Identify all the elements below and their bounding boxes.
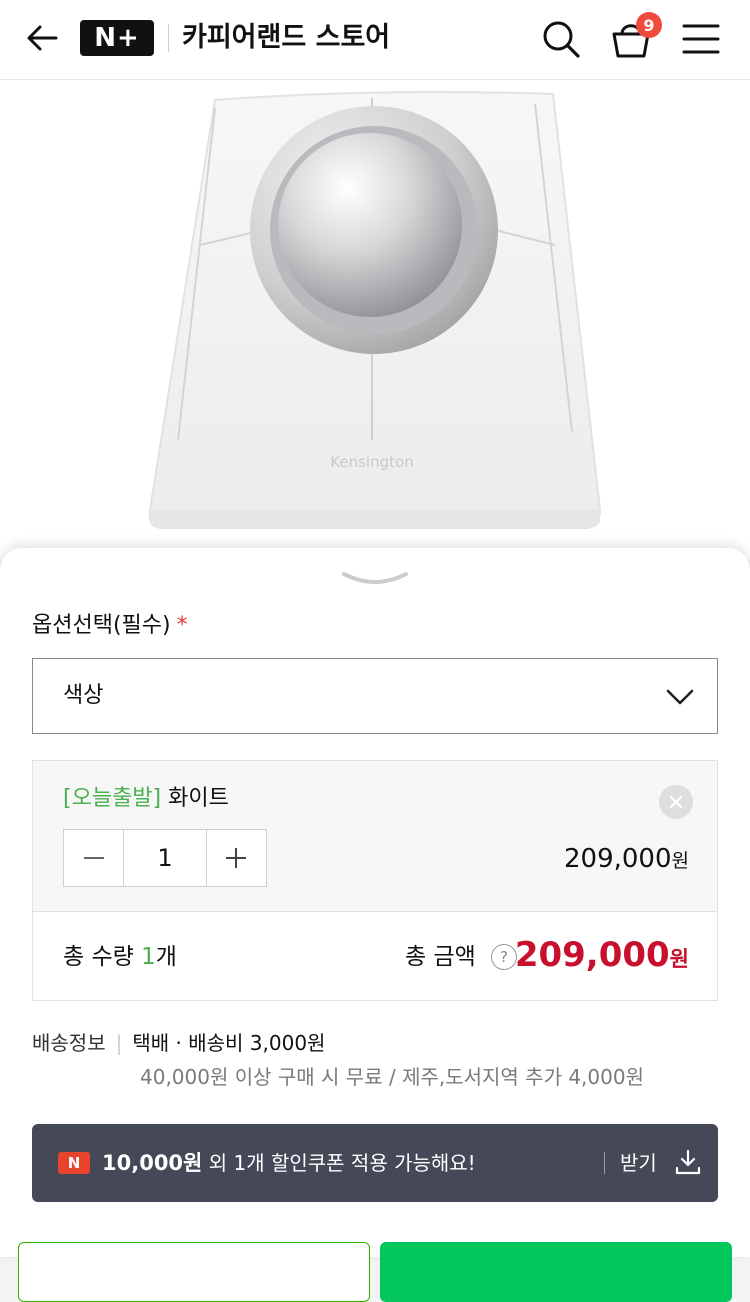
total-amount-unit: 원 xyxy=(669,947,689,971)
hamburger-menu-icon[interactable] xyxy=(682,22,720,56)
cart-count-badge: 9 xyxy=(636,12,662,38)
coupon-receive-button[interactable]: 받기 xyxy=(620,1146,657,1180)
close-icon xyxy=(669,795,683,809)
header-divider xyxy=(168,24,169,52)
plus-icon xyxy=(226,848,247,868)
kensington-logo-text: Kensington xyxy=(330,453,413,471)
purchase-sheet: 옵션선택(필수) * 색상 [오늘출발] 화이트 1 209,000원 총 수량… xyxy=(0,548,750,1302)
top-header: N+ 카피어랜드 스토어 9 xyxy=(0,0,750,80)
naver-n-badge: N xyxy=(58,1152,90,1174)
option-label: 옵션선택(필수) * xyxy=(32,610,188,642)
option-color-name: 화이트 xyxy=(168,786,229,811)
back-arrow-icon[interactable] xyxy=(22,18,62,58)
coupon-description: 외 1개 할인쿠폰 적용 가능해요! xyxy=(202,1151,476,1175)
quantity-value[interactable]: 1 xyxy=(123,830,207,886)
option-price-value: 209,000 xyxy=(563,844,672,874)
shipping-method: 택배 · 배송비 3,000원 xyxy=(132,1031,326,1055)
quantity-stepper: 1 xyxy=(63,829,267,887)
total-summary: 총 수량 1개 총 금액 ? 209,000원 xyxy=(32,911,718,1001)
selected-option-name: [오늘출발] 화이트 xyxy=(63,783,229,815)
option-price: 209,000원 xyxy=(564,841,689,879)
same-day-tag: [오늘출발] xyxy=(63,786,162,811)
coupon-divider xyxy=(604,1152,605,1174)
secondary-action-button[interactable] xyxy=(18,1242,370,1302)
increase-quantity-button[interactable] xyxy=(207,830,266,886)
chevron-down-icon xyxy=(666,689,694,705)
coupon-text: 10,000원 외 1개 할인쿠폰 적용 가능해요! xyxy=(102,1146,476,1180)
decrease-quantity-button[interactable] xyxy=(64,830,123,886)
product-image[interactable]: Kensington xyxy=(0,80,750,560)
option-price-unit: 원 xyxy=(671,850,689,872)
search-icon[interactable] xyxy=(540,18,582,60)
coupon-banner[interactable]: N 10,000원 외 1개 할인쿠폰 적용 가능해요! 받기 xyxy=(32,1124,718,1202)
total-quantity-value: 1 xyxy=(141,944,156,970)
remove-option-button[interactable] xyxy=(659,785,693,819)
total-amount-label: 총 금액 xyxy=(405,944,476,970)
naver-plus-logo[interactable]: N+ xyxy=(80,20,154,56)
store-name[interactable]: 카피어랜드 스토어 xyxy=(182,18,390,58)
total-quantity-label: 총 수량 xyxy=(63,944,134,970)
trackball-illustration: Kensington xyxy=(148,91,602,529)
help-icon[interactable]: ? xyxy=(491,944,517,970)
shipping-note: 40,000원 이상 구매 시 무료 / 제주,도서지역 추가 4,000원 xyxy=(140,1065,644,1089)
color-select-value: 색상 xyxy=(63,683,104,708)
total-amount: 209,000원 xyxy=(515,932,689,982)
collapse-chevron-icon[interactable] xyxy=(340,568,410,590)
option-label-text: 옵션선택(필수) xyxy=(32,613,171,638)
selected-option-item: [오늘출발] 화이트 1 209,000원 xyxy=(32,760,718,912)
color-select[interactable]: 색상 xyxy=(32,658,718,734)
shipping-label: 배송정보 xyxy=(32,1031,106,1055)
total-quantity: 총 수량 1개 xyxy=(63,940,177,974)
minus-icon xyxy=(83,857,104,859)
primary-action-button[interactable] xyxy=(380,1242,732,1302)
coupon-amount: 10,000원 xyxy=(102,1151,203,1175)
required-mark: * xyxy=(176,613,188,638)
download-icon[interactable] xyxy=(674,1148,702,1176)
shipping-separator: | xyxy=(115,1031,123,1055)
total-quantity-unit: 개 xyxy=(155,944,177,970)
shipping-info: 배송정보 | 택배 · 배송비 3,000원 xyxy=(32,1028,325,1058)
total-amount-value: 209,000 xyxy=(514,935,670,975)
